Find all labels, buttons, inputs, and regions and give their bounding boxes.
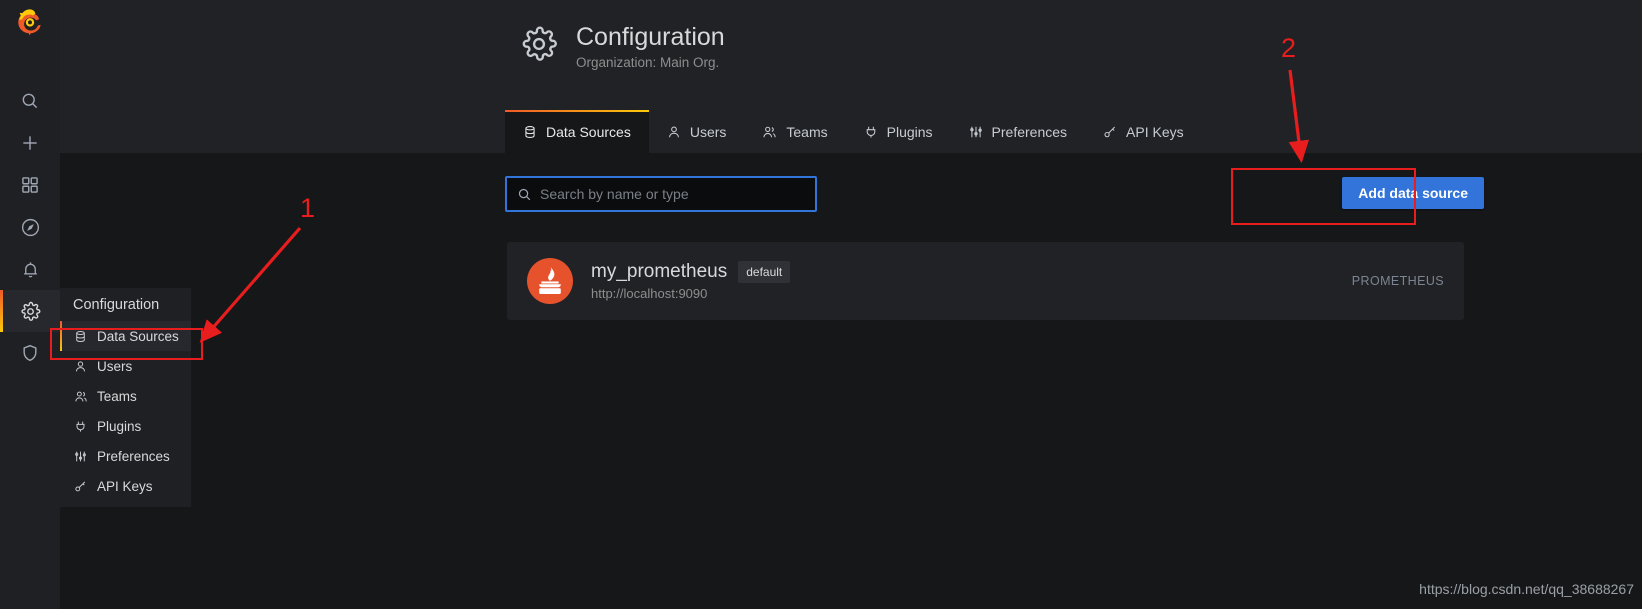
plug-icon [73,420,88,433]
user-icon [73,360,88,373]
flyout-item-teams[interactable]: Teams [60,381,191,411]
flyout-header: Configuration [73,296,160,313]
key-icon [1103,125,1117,139]
sidebar-item-search[interactable] [0,80,60,122]
flyout-item-label: Data Sources [97,328,179,344]
search-field-wrapper[interactable] [505,176,817,212]
tab-plugins[interactable]: Plugins [846,110,951,153]
tab-users[interactable]: Users [649,110,745,153]
tab-label: Data Sources [546,123,631,140]
main-content: Configuration Organization: Main Org. Da… [60,0,1642,609]
search-icon [517,187,532,202]
tab-label: Plugins [886,123,933,140]
flyout-item-label: Teams [97,388,137,404]
datasource-toolbar: Add data source [505,176,1484,212]
tab-data-sources[interactable]: Data Sources [505,110,649,153]
data-source-name: my_prometheus [591,261,728,282]
flyout-item-users[interactable]: Users [60,351,191,381]
tab-label: Preferences [991,123,1068,140]
data-source-list: my_prometheus default http://localhost:9… [507,242,1464,320]
database-icon [523,125,537,139]
page-subtitle: Organization: Main Org. [576,55,720,70]
sidebar-item-explore[interactable] [0,206,60,248]
sidebar-item-dashboards[interactable] [0,164,60,206]
configuration-tabs: Data Sources Users Teams Plugins Prefere… [505,110,1202,153]
tab-label: Teams [786,123,828,140]
page-title: Configuration [576,23,725,51]
flyout-item-label: Users [97,358,133,374]
main-sidebar [0,0,60,609]
users-icon [762,125,777,139]
flyout-item-label: API Keys [97,478,153,494]
tab-preferences[interactable]: Preferences [951,110,1085,153]
data-source-type: PROMETHEUS [1351,274,1444,288]
data-source-row[interactable]: my_prometheus default http://localhost:9… [507,242,1464,320]
add-data-source-button[interactable]: Add data source [1342,177,1484,209]
default-badge: default [738,261,791,283]
sidebar-item-server-admin[interactable] [0,332,60,374]
tab-teams[interactable]: Teams [744,110,845,153]
sidebar-item-alerting[interactable] [0,248,60,290]
database-icon [73,330,88,343]
tab-label: API Keys [1126,123,1184,140]
search-input[interactable] [540,186,805,202]
flyout-item-preferences[interactable]: Preferences [60,441,191,471]
users-icon [73,390,88,403]
sliders-icon [969,125,983,139]
tab-label: Users [689,123,727,140]
user-icon [667,125,681,139]
flyout-item-label: Preferences [97,448,170,464]
page-header: Configuration Organization: Main Org. [520,22,725,70]
key-icon [73,480,88,493]
plug-icon [864,125,878,139]
flyout-item-plugins[interactable]: Plugins [60,411,191,441]
flyout-item-label: Plugins [97,418,142,434]
gear-icon [520,25,558,68]
flyout-item-api-keys[interactable]: API Keys [60,471,191,501]
grafana-logo[interactable] [0,2,60,42]
grafana-configuration-page: Configuration Data Sources Users Teams P… [0,0,1642,609]
watermark: https://blog.csdn.net/qq_38688267 [1419,581,1634,597]
prometheus-logo [527,258,573,304]
sidebar-item-create[interactable] [0,122,60,164]
data-source-url: http://localhost:9090 [591,286,708,301]
sidebar-item-configuration[interactable] [0,290,60,332]
flyout-item-data-sources[interactable]: Data Sources [60,321,191,351]
configuration-flyout-menu: Configuration Data Sources Users Teams P… [60,288,191,507]
tab-api-keys[interactable]: API Keys [1085,110,1202,153]
sliders-icon [73,450,88,463]
